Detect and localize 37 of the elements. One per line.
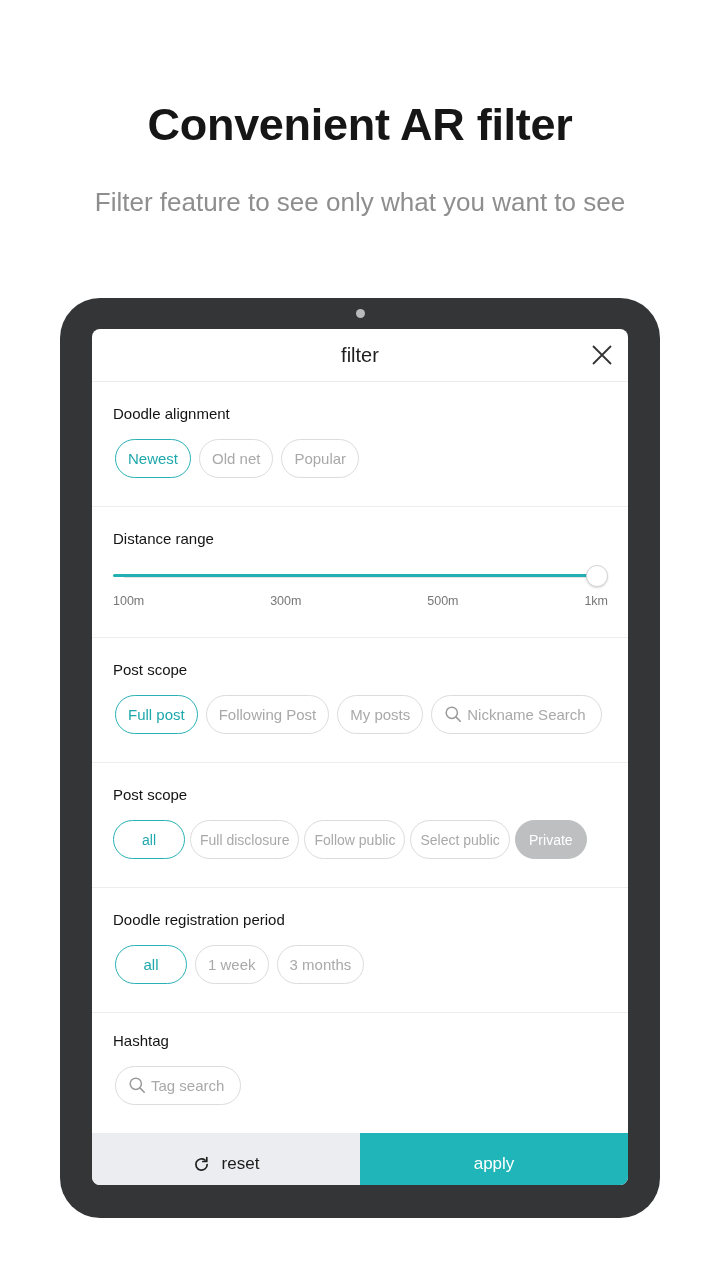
close-button[interactable] bbox=[592, 345, 612, 365]
option-chip[interactable]: 1 week bbox=[195, 945, 269, 984]
dialog-title: filter bbox=[341, 343, 379, 368]
option-chip[interactable]: Newest bbox=[115, 439, 192, 478]
option-chip[interactable]: all bbox=[115, 945, 187, 984]
option-chip[interactable]: Full post bbox=[115, 695, 198, 734]
headline: Convenient AR filter bbox=[147, 98, 573, 152]
option-chip[interactable]: Following Post bbox=[205, 695, 330, 734]
apply-button[interactable]: apply bbox=[360, 1133, 628, 1185]
option-chip[interactable]: all bbox=[113, 820, 185, 859]
option-chip[interactable]: Popular bbox=[281, 439, 360, 478]
section-label: Post scope bbox=[113, 660, 189, 680]
option-chip[interactable]: Full disclosure bbox=[190, 820, 300, 859]
search-field[interactable]: Tag search bbox=[115, 1066, 241, 1105]
slider-tick-label: 300m bbox=[270, 593, 302, 609]
reset-button[interactable]: reset bbox=[92, 1133, 360, 1185]
section-label: Doodle registration period bbox=[113, 910, 286, 930]
section-label: Hashtag bbox=[113, 1031, 170, 1051]
search-icon bbox=[445, 706, 462, 722]
camera-dot-icon bbox=[355, 309, 365, 318]
section-label: Distance range bbox=[113, 529, 215, 549]
option-chip[interactable]: Select public bbox=[410, 820, 510, 859]
search-icon bbox=[129, 1077, 145, 1093]
option-chip[interactable]: Old net bbox=[199, 439, 274, 478]
slider-tick-label: 100m bbox=[113, 593, 145, 609]
option-chip[interactable]: My posts bbox=[337, 695, 424, 734]
section-label: Doodle alignment bbox=[113, 404, 231, 424]
slider-thumb[interactable] bbox=[586, 565, 608, 587]
search-field[interactable]: Nickname Search bbox=[431, 695, 603, 734]
section-label: Post scope bbox=[113, 785, 189, 805]
close-icon bbox=[592, 345, 612, 365]
option-chip[interactable]: 3 months bbox=[276, 945, 365, 984]
subtitle: Filter feature to see only what you want to see bbox=[94, 186, 626, 218]
option-chip[interactable]: Follow public bbox=[304, 820, 406, 859]
slider-tick-label: 1km bbox=[584, 593, 608, 609]
refresh-icon bbox=[192, 1155, 210, 1173]
slider-tick-label: 500m bbox=[427, 593, 459, 609]
